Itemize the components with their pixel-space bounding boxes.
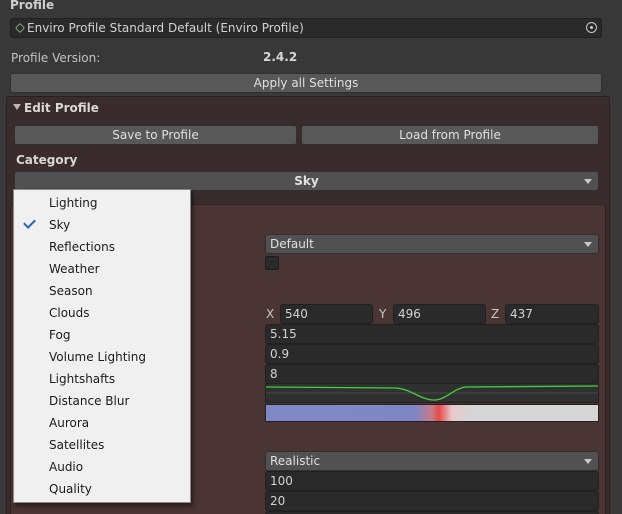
sky-mode-popup[interactable]: Default [265,234,599,254]
dropdown-item-label: Weather [49,262,100,276]
float-field-2[interactable]: 0.9 [265,344,599,364]
dropdown-item-distance-blur[interactable]: Distance Blur [14,390,190,412]
edit-profile-title[interactable]: Edit Profile [24,101,99,115]
quality-mode-value: Realistic [270,454,321,468]
animation-curve-field[interactable] [265,383,599,403]
profile-label: Profile [10,0,55,12]
dropdown-item-label: Lighting [49,196,98,210]
profile-version-label: Profile Version: [11,51,101,65]
dropdown-item-reflections[interactable]: Reflections [14,236,190,258]
float-field-3[interactable]: 8 [265,364,599,384]
int-field-1[interactable]: 100 [265,471,599,491]
y-label: Y [379,307,387,321]
object-picker-icon[interactable] [586,22,597,33]
x-input[interactable]: 540 [280,304,373,324]
dropdown-item-season[interactable]: Season [14,280,190,302]
category-popup[interactable]: Sky [14,171,599,191]
dropdown-item-sky[interactable]: Sky [14,214,190,236]
dropdown-item-label: Clouds [49,306,90,320]
dropdown-item-quality[interactable]: Quality [14,478,190,500]
dropdown-item-label: Volume Lighting [49,350,146,364]
dropdown-item-aurora[interactable]: Aurora [14,412,190,434]
sky-toggle-checkbox[interactable] [265,256,279,270]
float-field-1[interactable]: 5.15 [265,324,599,344]
dropdown-item-fog[interactable]: Fog [14,324,190,346]
dropdown-item-label: Distance Blur [49,394,130,408]
int-field-2[interactable]: 20 [265,491,599,511]
load-from-profile-button[interactable]: Load from Profile [301,125,599,145]
save-to-profile-button[interactable]: Save to Profile [14,125,297,145]
category-label: Category [16,153,78,167]
checkmark-icon [23,216,36,229]
dropdown-item-label: Quality [49,482,92,496]
z-input[interactable]: 437 [505,304,599,324]
dropdown-item-label: Fog [49,328,71,342]
dropdown-item-label: Audio [49,460,84,474]
chevron-down-icon [584,179,592,184]
category-dropdown-menu: Lighting Sky Reflections Weather Season Cloud… [13,189,191,503]
dropdown-item-lighting[interactable]: Lighting [14,192,190,214]
z-label: Z [491,307,500,321]
dropdown-item-label: Satellites [49,438,105,452]
category-popup-value: Sky [294,174,319,188]
dropdown-item-satellites[interactable]: Satellites [14,434,190,456]
dropdown-item-label: Sky [49,218,71,232]
dropdown-item-label: Season [49,284,93,298]
dropdown-item-volume-lighting[interactable]: Volume Lighting [14,346,190,368]
dropdown-item-label: Lightshafts [49,372,116,386]
dropdown-item-audio[interactable]: Audio [14,456,190,478]
profile-object-value: Enviro Profile Standard Default (Enviro … [27,21,304,35]
profile-version-value: 2.4.2 [263,50,298,64]
dropdown-item-lightshafts[interactable]: Lightshafts [14,368,190,390]
dropdown-item-weather[interactable]: Weather [14,258,190,280]
chevron-down-icon [584,242,592,247]
x-label: X [266,307,275,321]
dropdown-item-clouds[interactable]: Clouds [14,302,190,324]
profile-object-field[interactable]: Enviro Profile Standard Default (Enviro … [10,18,602,38]
chevron-down-icon [584,459,592,464]
sky-mode-value: Default [270,237,314,251]
dropdown-item-label: Aurora [49,416,90,430]
dropdown-item-label: Reflections [49,240,115,254]
curve-graph [266,385,598,401]
foldout-arrow-icon[interactable] [13,104,21,110]
apply-all-settings-button[interactable]: Apply all Settings [10,73,602,93]
gradient-field[interactable] [265,404,599,422]
quality-mode-popup[interactable]: Realistic [265,451,599,471]
scriptable-object-icon [15,23,25,33]
y-input[interactable]: 496 [393,304,486,324]
